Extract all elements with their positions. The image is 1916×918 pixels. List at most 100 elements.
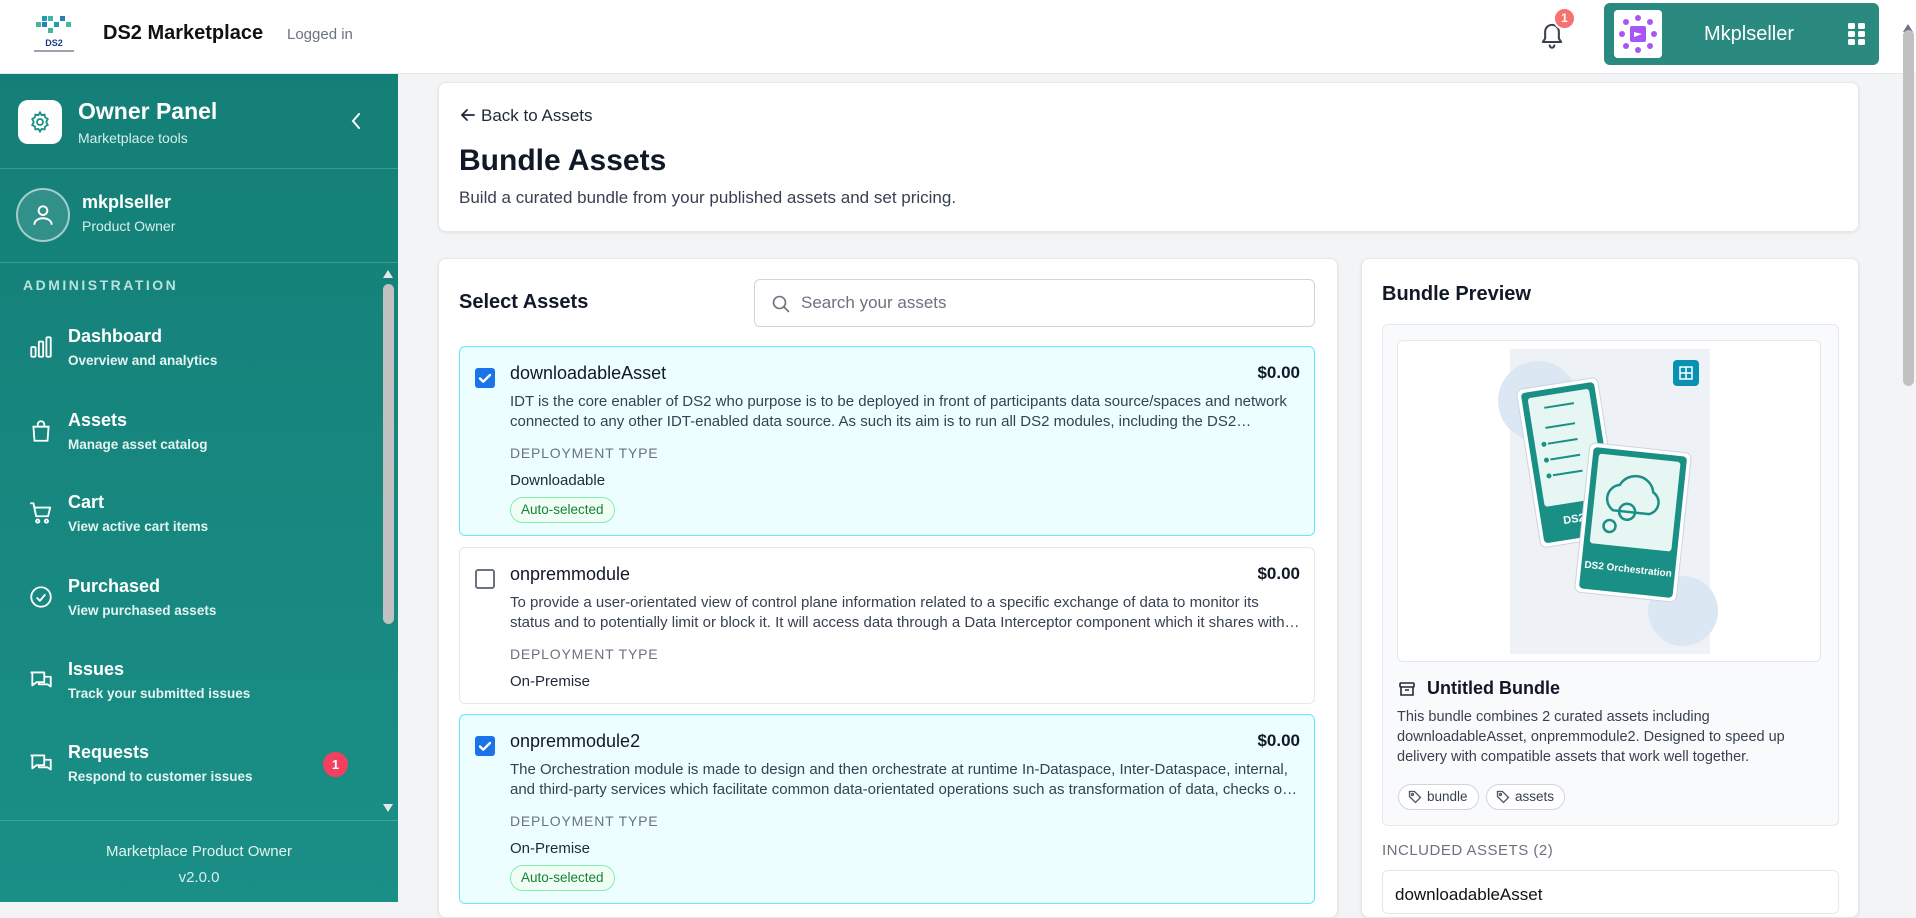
asset-price: $0.00 bbox=[1257, 363, 1300, 382]
auto-selected-badge: Auto-selected bbox=[510, 865, 615, 891]
sidebar-item-desc: View purchased assets bbox=[68, 603, 217, 618]
requests-badge: 1 bbox=[323, 752, 348, 777]
sidebar-item-desc: View active cart items bbox=[68, 519, 209, 534]
deployment-type-label: DEPLOYMENT TYPE bbox=[510, 646, 659, 662]
sidebar-item-label: Requests bbox=[68, 742, 150, 762]
sidebar-title: Owner Panel bbox=[78, 98, 218, 124]
sidebar-item-desc: Manage asset catalog bbox=[68, 437, 208, 452]
sidebar-item-dashboard[interactable]: Dashboard Overview and analytics bbox=[0, 316, 378, 386]
page-title: Bundle Assets bbox=[459, 144, 667, 177]
checkmark-icon bbox=[478, 741, 492, 751]
sidebar-user-role: Product Owner bbox=[82, 218, 176, 234]
tag-icon bbox=[1496, 790, 1510, 804]
asset-price: $0.00 bbox=[1257, 731, 1300, 750]
app-title: DS2 Marketplace bbox=[103, 22, 264, 44]
asset-price: $0.00 bbox=[1257, 564, 1300, 583]
user-menu-button[interactable]: Mkplseller bbox=[1604, 3, 1879, 65]
collapse-chevron-icon[interactable] bbox=[348, 110, 364, 132]
sidebar-item-label: Assets bbox=[68, 410, 128, 430]
asset-row-downloadableasset[interactable]: downloadableAsset $0.00 IDT is the core … bbox=[459, 346, 1315, 536]
sidebar-footer: Marketplace Product Owner v2.0.0 bbox=[0, 820, 398, 902]
notification-badge: 1 bbox=[1553, 7, 1576, 30]
sidebar-item-label: Dashboard bbox=[68, 326, 163, 346]
panel-logo bbox=[18, 100, 62, 144]
checkmark-icon bbox=[478, 373, 492, 383]
asset-row-onpremmodule[interactable]: onpremmodule $0.00 To provide a user-ori… bbox=[459, 547, 1315, 704]
auto-selected-badge: Auto-selected bbox=[510, 497, 615, 523]
cart-icon bbox=[30, 502, 52, 524]
search-box bbox=[754, 279, 1315, 327]
sidebar-user: mkplseller Product Owner bbox=[0, 170, 398, 263]
sidebar-item-assets[interactable]: Assets Manage asset catalog bbox=[0, 400, 378, 470]
chat-icon bbox=[30, 754, 52, 771]
svg-text:DS2: DS2 bbox=[45, 38, 63, 48]
bundle-illustration: DS2 I DS2 Orchestration bbox=[1498, 349, 1718, 654]
shopping-bag-icon bbox=[32, 420, 50, 442]
deployment-type-label: DEPLOYMENT TYPE bbox=[510, 445, 659, 461]
bundle-name: Untitled Bundle bbox=[1427, 678, 1560, 698]
asset-description: The Orchestration module is made to desi… bbox=[510, 761, 1291, 798]
user-icon bbox=[33, 205, 53, 225]
arrow-left-icon bbox=[460, 109, 475, 121]
sidebar-item-desc: Track your submitted issues bbox=[68, 686, 251, 701]
asset-name: onpremmodule bbox=[510, 564, 631, 584]
asset-checkbox[interactable] bbox=[475, 569, 495, 589]
search-icon bbox=[772, 295, 790, 313]
bundle-description: This bundle combines 2 curated assets in… bbox=[1397, 709, 1785, 765]
ds2-logo[interactable]: DS2 bbox=[28, 14, 80, 56]
sidebar-item-label: Purchased bbox=[68, 576, 161, 596]
chat-icon bbox=[30, 671, 52, 688]
archive-box-icon bbox=[1399, 682, 1415, 696]
bundle-image: DS2 I DS2 Orchestration bbox=[1397, 340, 1821, 662]
check-circle-icon bbox=[30, 586, 52, 608]
asset-description: IDT is the core enabler of DS2 who purpo… bbox=[510, 393, 1287, 430]
gear-icon bbox=[30, 110, 50, 134]
sidebar-item-desc: Overview and analytics bbox=[68, 353, 218, 368]
sidebar-item-purchased[interactable]: Purchased View purchased assets bbox=[0, 566, 378, 636]
footer-role: Marketplace Product Owner bbox=[106, 843, 292, 860]
back-label: Back to Assets bbox=[481, 106, 593, 125]
user-name: Mkplseller bbox=[1704, 23, 1795, 45]
included-asset-name: downloadableAsset bbox=[1395, 885, 1543, 904]
nav-section-label: ADMINISTRATION bbox=[23, 277, 179, 293]
deployment-type-value: On-Premise bbox=[510, 840, 591, 857]
tag-icon bbox=[1408, 790, 1422, 804]
back-to-assets-link[interactable]: Back to Assets bbox=[459, 103, 593, 126]
deployment-type-value: On-Premise bbox=[510, 673, 591, 690]
user-avatar bbox=[1614, 10, 1662, 58]
sidebar-header: Owner Panel Marketplace tools bbox=[0, 74, 398, 169]
sidebar-user-name: mkplseller bbox=[82, 192, 172, 212]
sidebar-subtitle: Marketplace tools bbox=[78, 130, 188, 146]
included-assets-label: INCLUDED ASSETS (2) bbox=[1382, 842, 1554, 859]
sidebar-item-label: Cart bbox=[68, 492, 105, 512]
bar-chart-icon bbox=[30, 336, 52, 358]
sidebar-scroll-thumb[interactable] bbox=[383, 284, 394, 624]
login-status: Logged in bbox=[287, 26, 353, 43]
asset-description: To provide a user-orientated view of con… bbox=[510, 594, 1285, 631]
sidebar-item-label: Issues bbox=[68, 659, 125, 679]
sidebar-item-issues[interactable]: Issues Track your submitted issues bbox=[0, 649, 378, 719]
deployment-type-value: Downloadable bbox=[510, 472, 606, 489]
asset-checkbox[interactable] bbox=[475, 368, 495, 388]
owner-sidebar: Owner Panel Marketplace tools mkplseller… bbox=[0, 74, 398, 902]
top-bar: DS2 DS2 Marketplace Logged in 1 Mkplsell… bbox=[0, 0, 1916, 74]
included-asset-item: downloadableAsset bbox=[1382, 870, 1839, 914]
sidebar-item-requests[interactable]: Requests Respond to customer issues 1 bbox=[0, 732, 378, 802]
asset-checkbox[interactable] bbox=[475, 736, 495, 756]
page-scroll-thumb[interactable] bbox=[1903, 30, 1914, 386]
asset-name: onpremmodule2 bbox=[510, 731, 641, 751]
asset-name: downloadableAsset bbox=[510, 363, 667, 383]
tag-label: bundle bbox=[1427, 789, 1468, 804]
avatar bbox=[16, 188, 70, 242]
footer-version: v2.0.0 bbox=[178, 869, 220, 886]
tag-assets: assets bbox=[1486, 784, 1566, 810]
tag-label: assets bbox=[1515, 789, 1555, 804]
apps-grid-icon[interactable] bbox=[1848, 23, 1866, 45]
select-assets-title: Select Assets bbox=[459, 291, 589, 313]
deployment-type-label: DEPLOYMENT TYPE bbox=[510, 813, 659, 829]
asset-row-onpremmodule2[interactable]: onpremmodule2 $0.00 The Orchestration mo… bbox=[459, 714, 1315, 904]
search-input[interactable] bbox=[801, 288, 1301, 318]
sidebar-item-desc: Respond to customer issues bbox=[68, 769, 253, 784]
sidebar-item-cart[interactable]: Cart View active cart items bbox=[0, 482, 378, 552]
tag-bundle: bundle bbox=[1398, 784, 1479, 810]
